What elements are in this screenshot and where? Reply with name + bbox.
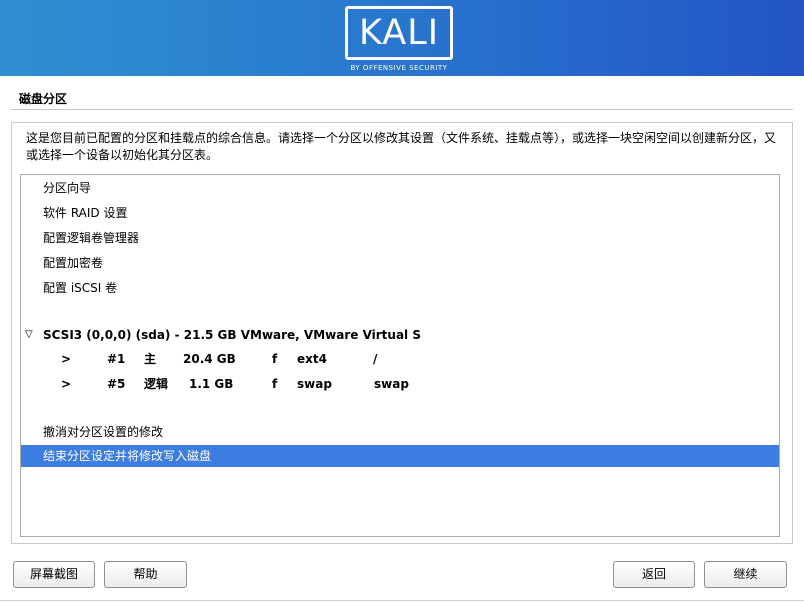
partition-listbox[interactable]: 分区向导 软件 RAID 设置 配置逻辑卷管理器 配置加密卷 配置 iSCSI … — [20, 174, 780, 537]
partition-filesystem: ext4 — [297, 352, 327, 366]
kali-logo: KALI — [345, 6, 453, 60]
partition-flag: f — [272, 377, 278, 391]
partition-arrow-icon: > — [61, 352, 72, 366]
help-button[interactable]: 帮助 — [104, 561, 187, 588]
partition-arrow-icon: > — [61, 377, 72, 391]
menu-item-label: 软件 RAID 设置 — [43, 206, 128, 220]
partition-type: 主 — [144, 352, 157, 366]
menu-item-label: 分区向导 — [43, 181, 92, 195]
action-finish-and-write[interactable]: 结束分区设定并将修改写入磁盘 — [21, 445, 779, 467]
action-undo-changes[interactable]: 撤消对分区设置的修改 — [21, 421, 779, 443]
menu-item-label: 配置加密卷 — [43, 256, 104, 270]
menu-item-guided-partitioning[interactable]: 分区向导 — [21, 177, 779, 199]
partition-mountpoint: swap — [374, 377, 409, 391]
partition-row[interactable]: > #5 逻辑 1.1 GB f swap swap — [21, 373, 779, 395]
kali-banner: KALI BY OFFENSIVE SECURITY — [0, 0, 804, 76]
partition-mountpoint: / — [373, 352, 378, 366]
title-divider — [11, 109, 793, 110]
partition-type: 逻辑 — [144, 377, 169, 391]
menu-item-label: 配置逻辑卷管理器 — [43, 231, 140, 245]
disk-row-sda[interactable]: ▽ SCSI3 (0,0,0) (sda) - 21.5 GB VMware, … — [21, 324, 779, 346]
partition-size: 1.1 GB — [189, 377, 234, 391]
kali-logo-subtitle: BY OFFENSIVE SECURITY — [350, 64, 448, 72]
description-text: 这是您目前已配置的分区和挂载点的综合信息。请选择一个分区以修改其设置（文件系统、… — [26, 131, 777, 162]
partition-flag: f — [272, 352, 278, 366]
menu-item-encrypted-volumes[interactable]: 配置加密卷 — [21, 252, 779, 274]
partition-filesystem: swap — [297, 377, 332, 391]
partition-number: #1 — [107, 352, 126, 366]
screenshot-button[interactable]: 屏幕截图 — [13, 561, 95, 588]
disk-label: SCSI3 (0,0,0) (sda) - 21.5 GB VMware, VM… — [43, 328, 421, 342]
action-label: 撤消对分区设置的修改 — [43, 425, 164, 439]
page-title: 磁盘分区 — [19, 92, 68, 106]
menu-item-iscsi[interactable]: 配置 iSCSI 卷 — [21, 277, 779, 299]
partition-number: #5 — [107, 377, 126, 391]
kali-logo-text: KALI — [358, 13, 440, 53]
partition-row[interactable]: > #1 主 20.4 GB f ext4 / — [21, 348, 779, 370]
action-label: 结束分区设定并将修改写入磁盘 — [43, 449, 212, 463]
bottom-divider — [0, 600, 804, 601]
back-button[interactable]: 返回 — [613, 561, 695, 588]
expand-triangle-icon[interactable]: ▽ — [25, 324, 33, 346]
menu-item-label: 配置 iSCSI 卷 — [43, 281, 118, 295]
menu-item-software-raid[interactable]: 软件 RAID 设置 — [21, 202, 779, 224]
continue-button[interactable]: 继续 — [704, 561, 787, 588]
partition-size: 20.4 GB — [183, 352, 236, 366]
menu-item-lvm[interactable]: 配置逻辑卷管理器 — [21, 227, 779, 249]
